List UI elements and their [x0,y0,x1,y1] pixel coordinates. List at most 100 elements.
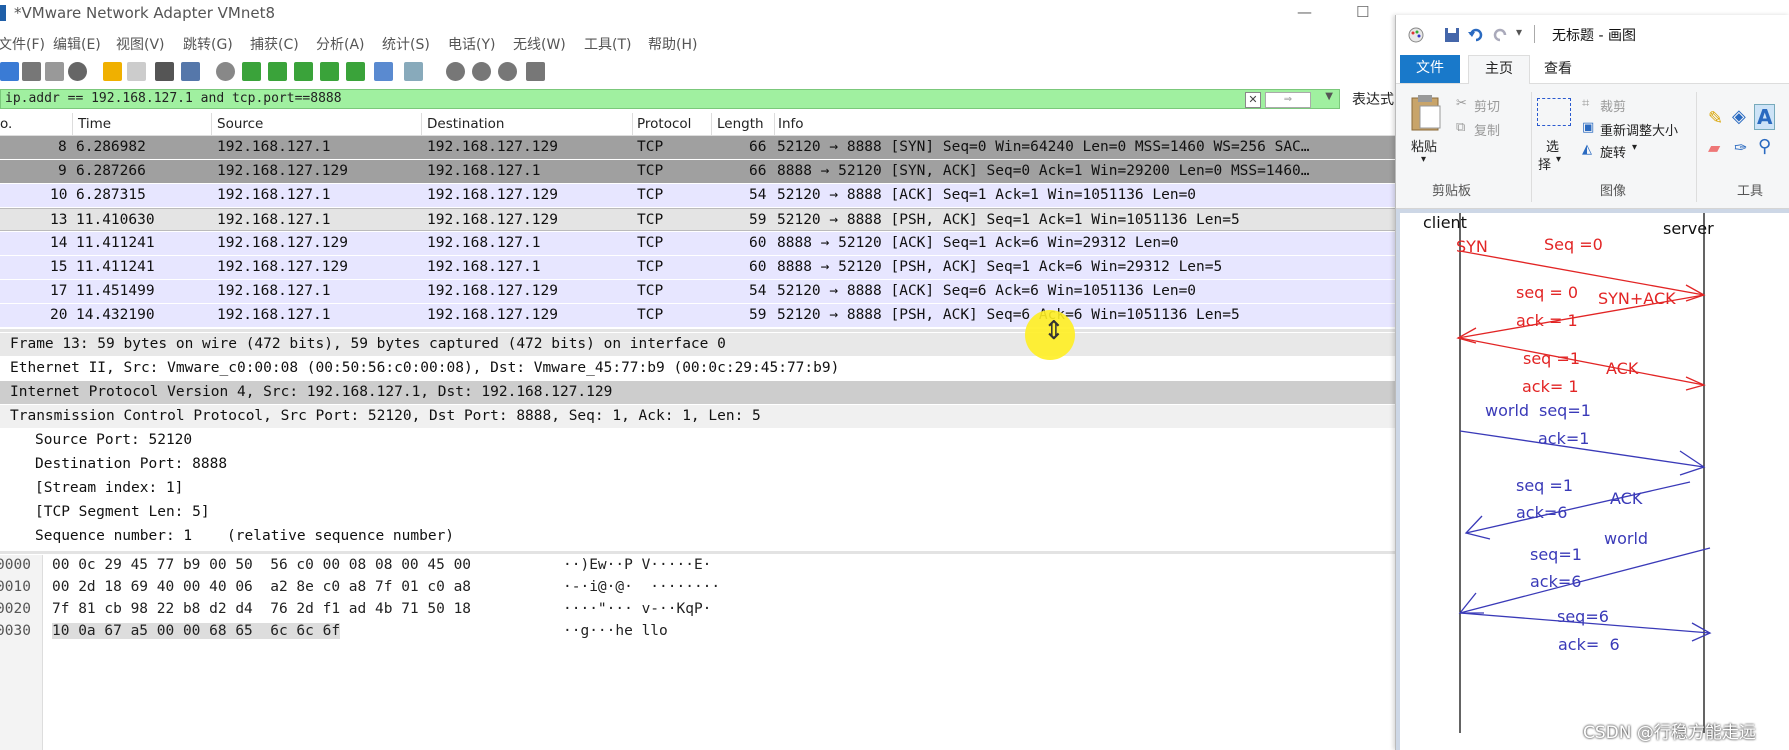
text-icon[interactable]: A [1754,104,1776,130]
menu-file[interactable]: 文件(F) [0,34,45,54]
save-icon[interactable] [1444,27,1460,43]
menu-telephony[interactable]: 电话(Y) [448,34,495,54]
col-length[interactable]: Length [717,116,764,132]
go-back-icon[interactable] [242,62,261,81]
last-packet-icon[interactable] [346,62,365,81]
magnifier-icon[interactable]: ⚲ [1758,136,1771,157]
paste-label[interactable]: 粘贴 [1411,136,1437,155]
detail-field[interactable]: Source Port: 52120 [0,429,1395,452]
find-packet-icon[interactable] [216,62,235,81]
detail-field[interactable]: [Stream index: 1] [0,477,1395,500]
menu-statistics[interactable]: 统计(S) [382,34,430,54]
resize-columns-icon[interactable] [526,62,545,81]
display-filter-input[interactable]: ip.addr == 192.168.127.1 and tcp.port==8… [5,91,342,106]
select-icon[interactable] [1537,98,1571,126]
pane-splitter[interactable] [0,329,1395,332]
open-file-icon[interactable] [103,62,122,81]
restart-capture-icon[interactable] [45,62,64,81]
detail-ipv4[interactable]: Internet Protocol Version 4, Src: 192.16… [0,381,1395,404]
menu-analyze[interactable]: 分析(A) [316,34,365,54]
cut-button[interactable]: 剪切 [1474,96,1500,115]
resize-button[interactable]: 重新调整大小 [1600,120,1678,139]
color-picker-icon[interactable]: ✑ [1734,138,1747,157]
detail-frame[interactable]: Frame 13: 59 bytes on wire (472 bits), 5… [0,333,1395,356]
menu-help[interactable]: 帮助(H) [648,34,697,54]
pencil-icon[interactable]: ✎ [1708,108,1723,129]
paint-title-bar: ▾ 无标题 - 画图 [1396,15,1789,55]
detail-ethernet[interactable]: Ethernet II, Src: Vmware_c0:00:08 (00:50… [0,357,1395,380]
detail-field[interactable]: [TCP Segment Len: 5] [0,501,1395,524]
packet-row[interactable]: 8 6.286982 192.168.127.1 192.168.127.129… [0,136,1395,159]
reload-file-icon[interactable] [181,62,200,81]
hex-row[interactable]: 0020 7f 81 cb 98 22 b8 d2 d4 76 2d f1 ad… [0,599,1395,621]
normal-size-icon[interactable] [498,62,517,81]
col-info[interactable]: Info [778,116,804,132]
menu-view[interactable]: 视图(V) [116,34,165,54]
detail-field[interactable]: Destination Port: 8888 [0,453,1395,476]
copy-button[interactable]: 复制 [1474,120,1500,139]
menu-edit[interactable]: 编辑(E) [53,34,101,54]
zoom-out-icon[interactable] [472,62,491,81]
detail-tcp[interactable]: Transmission Control Protocol, Src Port:… [0,405,1395,428]
select-label[interactable]: 选 [1546,136,1559,155]
maximize-icon[interactable]: ☐ [1356,3,1369,21]
packet-row[interactable]: 9 6.287266 192.168.127.129 192.168.127.1… [0,160,1395,183]
go-to-packet-icon[interactable] [294,62,313,81]
close-file-icon[interactable] [155,62,174,81]
menu-tools[interactable]: 工具(T) [584,34,631,54]
hex-row[interactable]: 0000 00 0c 29 45 77 b9 00 50 56 c0 00 08… [0,555,1395,577]
autoscroll-icon[interactable] [374,62,393,81]
col-source[interactable]: Source [217,116,263,132]
fill-icon[interactable]: ◈ [1732,106,1746,127]
packet-length: 66 [749,139,767,155]
redo-icon[interactable] [1492,27,1508,43]
menu-capture[interactable]: 捕获(C) [250,34,299,54]
packet-row-selected[interactable]: 13 11.410630 192.168.127.1 192.168.127.1… [0,208,1395,231]
packet-row[interactable]: 20 14.432190 192.168.127.1 192.168.127.1… [0,304,1395,327]
rotate-button[interactable]: 旋转 [1600,142,1626,161]
capture-options-icon[interactable] [68,62,87,81]
col-no[interactable]: o. [0,116,12,132]
packet-row[interactable]: 14 11.411241 192.168.127.129 192.168.127… [0,232,1395,255]
packet-row[interactable]: 10 6.287315 192.168.127.1 192.168.127.12… [0,184,1395,207]
packet-time: 6.286982 [76,139,146,155]
menu-wireless[interactable]: 无线(W) [513,34,566,54]
col-protocol[interactable]: Protocol [637,116,691,132]
pane-splitter[interactable] [0,551,1395,554]
paste-icon[interactable] [1410,94,1444,132]
paste-dropdown-icon[interactable]: ▾ [1421,154,1426,165]
go-forward-icon[interactable] [268,62,287,81]
expression-button[interactable]: 表达式 [1352,89,1394,109]
customize-quick-access-icon[interactable]: ▾ [1516,25,1522,39]
colorize-icon[interactable] [404,62,423,81]
clear-filter-icon[interactable]: ✕ [1245,92,1261,108]
hex-row[interactable]: 0030 10 0a 67 a5 00 00 68 65 6c 6c 6f ··… [0,621,1395,643]
rotate-dropdown-icon[interactable]: ▾ [1632,142,1637,153]
start-capture-icon[interactable] [0,62,19,81]
filter-history-dropdown-icon[interactable]: ▼ [1325,91,1333,102]
stop-capture-icon[interactable] [22,62,41,81]
minimize-icon[interactable]: — [1297,3,1312,21]
select-dropdown-icon[interactable]: ▾ [1556,154,1561,165]
undo-icon[interactable] [1468,27,1484,43]
detail-field[interactable]: Sequence number: 1 (relative sequence nu… [0,525,1395,548]
crop-button[interactable]: 裁剪 [1600,96,1626,115]
apply-filter-icon[interactable]: ⇒ [1265,92,1311,108]
hex-row[interactable]: 0010 00 2d 18 69 40 00 40 06 a2 8e c0 a8… [0,577,1395,599]
tab-view[interactable]: 查看 [1544,55,1572,83]
save-file-icon[interactable] [127,62,146,81]
display-filter-bar[interactable]: ip.addr == 192.168.127.1 and tcp.port==8… [0,89,1340,109]
note-syn: SYN [1456,237,1488,256]
col-time[interactable]: Time [78,116,111,132]
eraser-icon[interactable]: ▰ [1708,138,1720,157]
col-destination[interactable]: Destination [427,116,504,132]
packet-row[interactable]: 17 11.451499 192.168.127.1 192.168.127.1… [0,280,1395,303]
zoom-in-icon[interactable] [446,62,465,81]
tab-file[interactable]: 文件 [1400,55,1460,83]
first-packet-icon[interactable] [320,62,339,81]
menu-go[interactable]: 跳转(G) [183,34,233,54]
drawing-canvas[interactable]: client server SYN Seq =0 seq = 0 SYN+ACK… [1400,213,1789,750]
packet-row[interactable]: 15 11.411241 192.168.127.129 192.168.127… [0,256,1395,279]
tab-home[interactable]: 主页 [1468,55,1530,84]
select-label-2[interactable]: 择 [1538,154,1551,173]
